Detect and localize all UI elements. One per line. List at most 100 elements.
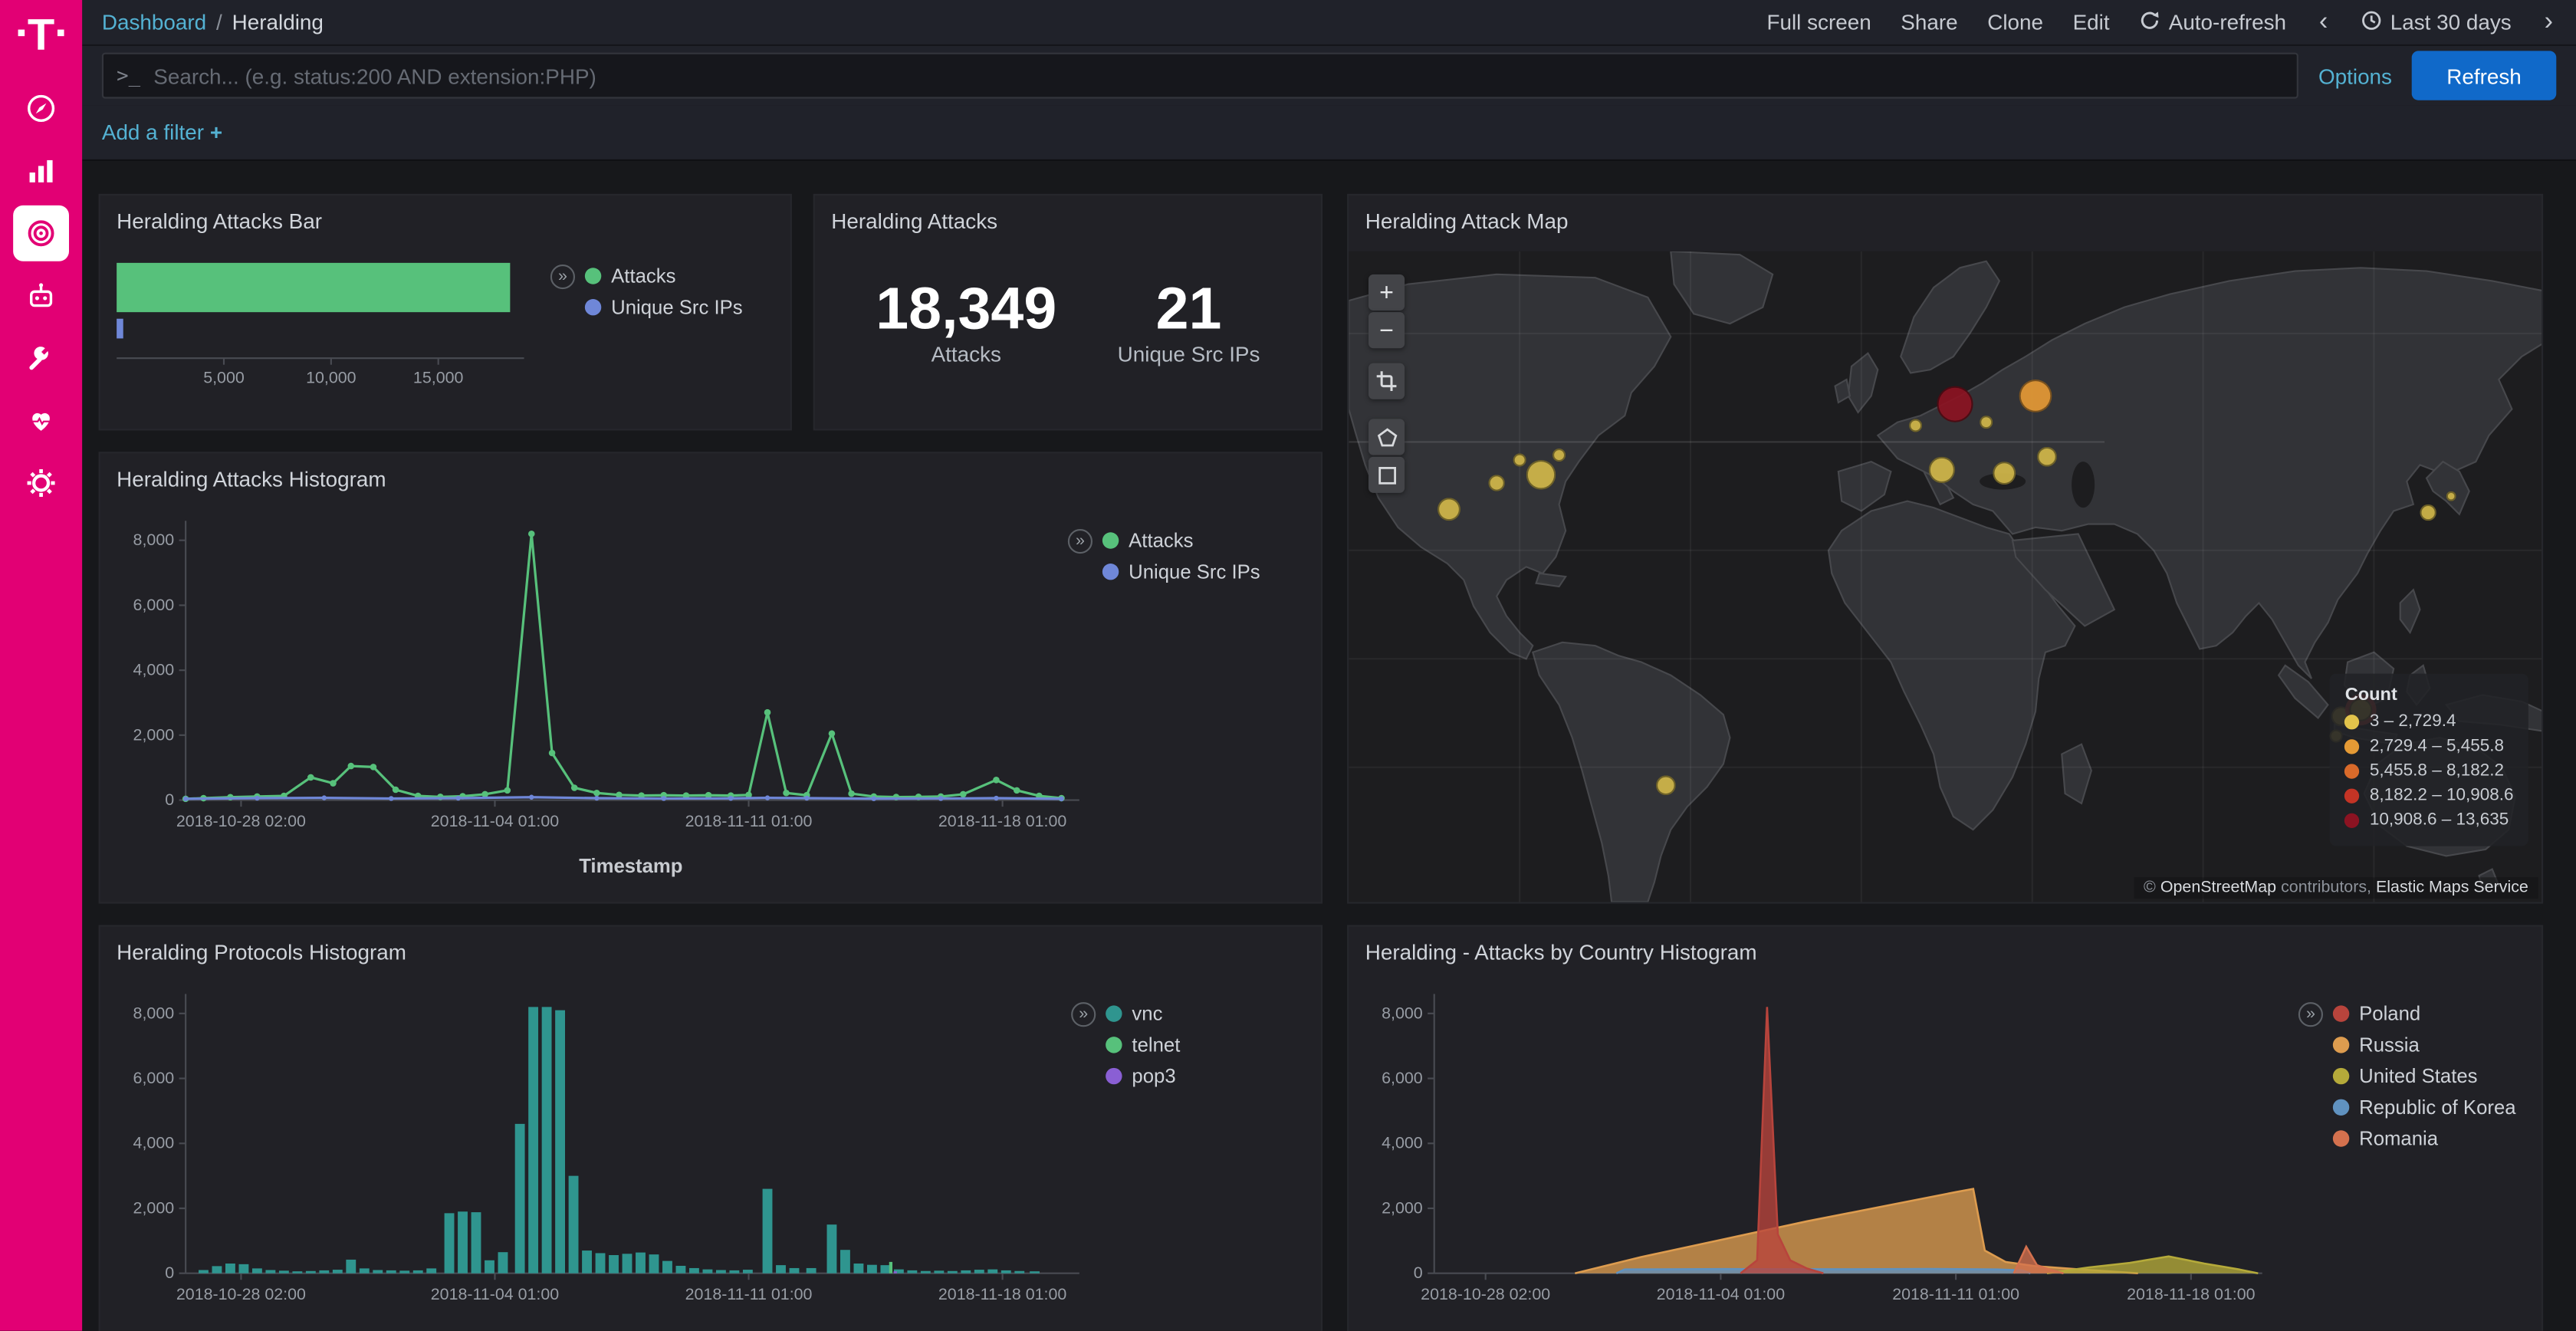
zoom-out-button[interactable]: − [1368, 312, 1405, 348]
attacks-bar-chart[interactable]: 5,00010,00015,000 [113, 253, 557, 398]
zoom-in-button[interactable]: + [1368, 274, 1405, 311]
legend-label: Attacks [611, 265, 675, 288]
legend-expand-icon[interactable]: » [2298, 1002, 2323, 1027]
attacks-bar-legend: » Attacks Unique Src IPs [550, 265, 780, 327]
query-prompt-icon: >_ [117, 64, 140, 87]
openstreetmap-link[interactable]: OpenStreetMap [2160, 879, 2276, 897]
svg-text:8,000: 8,000 [133, 1004, 175, 1022]
attack-map-marker[interactable] [1909, 419, 1922, 432]
legend-item[interactable]: vnc [1106, 1002, 1180, 1025]
svg-text:5,000: 5,000 [203, 368, 245, 386]
map-attribution: © OpenStreetMap contributors, Elastic Ma… [2134, 877, 2538, 899]
legend-item[interactable]: telnet [1106, 1034, 1180, 1057]
target-icon [25, 217, 58, 250]
refresh-button[interactable]: Refresh [2412, 51, 2557, 100]
legend-label: Unique Src IPs [1129, 560, 1260, 583]
attack-map-marker[interactable] [1526, 460, 1556, 490]
time-back-button[interactable]: ‹ [2316, 11, 2331, 34]
attack-map-marker[interactable] [1513, 453, 1526, 466]
time-forward-button[interactable]: › [2541, 11, 2556, 34]
legend-item[interactable]: Unique Src IPs [1102, 560, 1260, 583]
legend-color-dot [1106, 1068, 1122, 1084]
polygon-draw-tool-button[interactable] [1368, 419, 1405, 455]
attacks-histogram-chart[interactable]: 02,0004,0006,0008,0002018-10-28 02:00201… [110, 508, 1096, 843]
protocols-histogram-chart[interactable]: 02,0004,0006,0008,0002018-10-28 02:00201… [110, 981, 1096, 1316]
sidebar-item-dashboard[interactable] [13, 81, 69, 136]
panel-attacks-metric: Heralding Attacks 18,349Attacks21Unique … [813, 194, 1322, 431]
legend-item[interactable]: Attacks [1102, 529, 1260, 552]
legend-items: Poland Russia United States Republic of Kor… [2333, 1002, 2516, 1158]
attack-map-marker[interactable] [1552, 449, 1566, 462]
options-link[interactable]: Options [2318, 64, 2392, 88]
attack-map-marker[interactable] [2446, 491, 2456, 501]
svg-text:2018-11-18 01:00: 2018-11-18 01:00 [2127, 1285, 2256, 1303]
legend-color-dot [1106, 1005, 1122, 1021]
attack-map-marker[interactable] [2019, 380, 2052, 412]
sidebar-item-security[interactable] [13, 205, 69, 261]
svg-text:10,000: 10,000 [306, 368, 356, 386]
legend-label: pop3 [1132, 1065, 1175, 1088]
add-filter-link[interactable]: Add a filter + [102, 120, 222, 144]
metric: 21Unique Src IPs [1118, 277, 1260, 366]
attack-map-marker[interactable] [1488, 475, 1504, 491]
attack-map[interactable]: + − Count 3 – 2,729.42,729.4 – 5,455.85,… [1349, 251, 2542, 902]
attack-map-marker[interactable] [1993, 462, 2016, 485]
legend-color-dot [2333, 1130, 2349, 1146]
legend-item[interactable]: Romania [2333, 1127, 2516, 1150]
map-legend-items: 3 – 2,729.42,729.4 – 5,455.85,455.8 – 8,… [2345, 712, 2514, 830]
sidebar-item-bot[interactable] [13, 268, 69, 324]
attack-map-marker[interactable] [1937, 386, 1973, 422]
attack-map-marker[interactable] [1438, 498, 1460, 521]
legend-expand-icon[interactable]: » [1068, 529, 1092, 554]
logo-dot-right [58, 30, 65, 37]
rectangle-draw-tool-button[interactable] [1368, 457, 1405, 493]
compass-icon [25, 92, 58, 125]
attack-map-marker[interactable] [2037, 447, 2057, 467]
legend-color-dot [1102, 564, 1119, 580]
svg-text:2018-11-11 01:00: 2018-11-11 01:00 [685, 1285, 813, 1303]
map-legend-range: 2,729.4 – 5,455.8 [2370, 736, 2504, 756]
legend-label: Poland [2359, 1002, 2420, 1025]
svg-text:2018-11-04 01:00: 2018-11-04 01:00 [431, 812, 560, 830]
tpot-logo[interactable]: T [18, 15, 64, 54]
full-screen-button[interactable]: Full screen [1766, 10, 1871, 35]
legend-label: vnc [1132, 1002, 1162, 1025]
sidebar-item-settings[interactable] [13, 455, 69, 511]
time-picker-button[interactable]: Last 30 days [2361, 9, 2512, 35]
sidebar-item-health[interactable] [13, 393, 69, 449]
logo-dot-left [18, 30, 25, 37]
attack-map-marker[interactable] [1980, 416, 1993, 429]
panel-attacks-bar: Heralding Attacks Bar 5,00010,00015,000 … [99, 194, 792, 431]
legend-item[interactable]: pop3 [1106, 1065, 1180, 1088]
bar-chart-icon [25, 154, 58, 187]
add-filter-label: Add a filter [102, 120, 204, 144]
svg-text:6,000: 6,000 [1382, 1069, 1423, 1087]
clone-button[interactable]: Clone [1987, 10, 2043, 35]
legend-item[interactable]: United States [2333, 1065, 2516, 1088]
share-button[interactable]: Share [1901, 10, 1957, 35]
sidebar-item-tools[interactable] [13, 330, 69, 386]
attack-map-marker[interactable] [1656, 775, 1676, 795]
panel-attacks-histogram: Heralding Attacks Histogram 02,0004,0006… [99, 452, 1322, 903]
country-histogram-chart[interactable]: 02,0004,0006,0008,0002018-10-28 02:00201… [1359, 981, 2279, 1316]
legend-item[interactable]: Attacks [585, 265, 743, 288]
sidebar: T [0, 0, 82, 1331]
legend-item[interactable]: Poland [2333, 1002, 2516, 1025]
elastic-maps-service-link[interactable]: Elastic Maps Service [2376, 879, 2528, 897]
svg-text:4,000: 4,000 [1382, 1134, 1423, 1152]
edit-button[interactable]: Edit [2073, 10, 2110, 35]
box-zoom-tool-button[interactable] [1368, 363, 1405, 399]
legend-item[interactable]: Unique Src IPs [585, 296, 743, 319]
legend-expand-icon[interactable]: » [550, 265, 575, 289]
legend-item[interactable]: Russia [2333, 1034, 2516, 1057]
legend-expand-icon[interactable]: » [1071, 1002, 1096, 1027]
search-input[interactable] [153, 64, 2284, 88]
auto-refresh-button[interactable]: Auto-refresh [2139, 9, 2286, 35]
breadcrumb-dashboard-link[interactable]: Dashboard [102, 10, 206, 35]
svg-text:8,000: 8,000 [1382, 1004, 1423, 1022]
legend-item[interactable]: Republic of Korea [2333, 1096, 2516, 1119]
svg-text:2018-11-04 01:00: 2018-11-04 01:00 [1657, 1285, 1786, 1303]
attack-map-marker[interactable] [2420, 504, 2436, 521]
sidebar-item-visualize[interactable] [13, 143, 69, 199]
attack-map-marker[interactable] [1929, 457, 1955, 483]
